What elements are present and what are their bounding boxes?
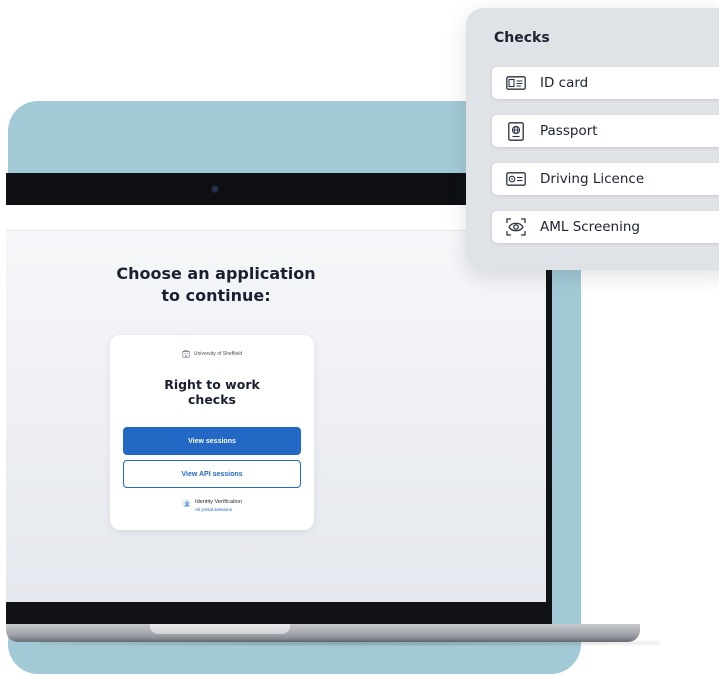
card-title: Right to work checks (164, 377, 260, 407)
organisation-name: University of Sheffield (193, 351, 243, 357)
laptop-notch (150, 624, 290, 634)
checks-title: Checks (494, 30, 550, 46)
passport-icon (506, 121, 526, 141)
application-card: University of Sheffield Right to work ch… (110, 335, 314, 530)
organisation-row: University of Sheffield (110, 350, 314, 358)
identity-icon (182, 499, 192, 508)
identity-subtext: Ali portal sessions (195, 507, 233, 512)
check-item-driving-licence[interactable]: Driving Licence (492, 163, 719, 195)
webcam-icon (212, 186, 218, 192)
check-label: AML Screening (540, 219, 640, 235)
page-title: Choose an application to continue: (116, 264, 316, 305)
check-item-passport[interactable]: Passport (492, 115, 719, 147)
laptop-shadow (40, 640, 660, 646)
check-item-aml-screening[interactable]: AML Screening (492, 211, 719, 243)
identity-text: Identity Verification Ali portal session… (195, 498, 242, 513)
id-card-icon (506, 73, 526, 93)
identity-label: Identity Verification (195, 499, 242, 505)
checks-panel: Checks ID card Passport Driving Licence … (466, 8, 719, 270)
check-label: Passport (540, 123, 598, 139)
check-label: ID card (540, 75, 589, 91)
identity-verification-link[interactable]: Identity Verification Ali portal session… (110, 498, 314, 513)
view-api-sessions-button[interactable]: View API sessions (123, 460, 301, 488)
aml-screening-icon (506, 217, 526, 237)
laptop-screen: Choose an application to continue: Unive… (6, 205, 546, 602)
check-label: Driving Licence (540, 171, 645, 187)
driving-licence-icon (506, 169, 526, 189)
view-sessions-button[interactable]: View sessions (123, 427, 301, 455)
check-item-id-card[interactable]: ID card (492, 67, 719, 99)
building-icon (182, 350, 190, 358)
app-top-bar (6, 205, 546, 231)
